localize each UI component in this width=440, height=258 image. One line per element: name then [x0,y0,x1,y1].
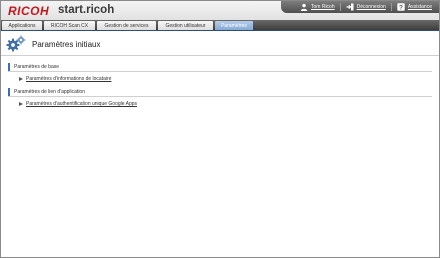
tenant-info-settings-link[interactable]: Paramètres d'informations de locataire [26,76,111,82]
page-header: Paramètres initiaux [6,35,100,53]
tab-gestion-de-services[interactable]: Gestion de services [97,21,156,30]
section-marker [8,62,10,71]
section-heading: Paramètres de base [14,63,60,70]
title-divider [1,55,439,56]
help-label[interactable]: Assistance [408,4,432,10]
gears-icon [6,35,26,52]
tab-parametres[interactable]: Paramètres [215,21,253,30]
logout-label[interactable]: Déconnexion [357,4,386,10]
help-icon: ? [397,3,405,11]
product-name: start.ricoh [58,4,115,16]
nav-underline [1,30,439,31]
logout-icon [346,3,354,11]
section-marker [8,87,10,96]
user-toolbar: Tom Ricoh Déconnexion ? Assistance [281,1,439,13]
logout-link[interactable]: Déconnexion [346,3,386,11]
section-app-link-settings: Paramètres de lien d'application [8,87,432,97]
section-heading: Paramètres de lien d'application [14,88,85,95]
ricoh-logo[interactable]: RICOH [8,4,49,18]
triangle-right-icon [19,77,23,81]
userbar-divider [390,3,392,11]
user-icon [300,3,308,11]
tab-ricoh-scan-cx[interactable]: RICOH Scan CX [44,21,95,30]
main-nav: Applications RICOH Scan CX Gestion de se… [1,20,439,30]
section-basic-settings: Paramètres de base [8,62,432,72]
app-window: RICOH start.ricoh Tom Ricoh Déconnexion [0,0,440,258]
header: RICOH start.ricoh Tom Ricoh Déconnexion [1,1,439,20]
user-account-link[interactable]: Tom Ricoh [300,3,335,11]
page-title: Paramètres initiaux [32,39,101,49]
tab-gestion-utilisateur[interactable]: Gestion utilisateur [158,21,213,30]
link-row-tenant-info[interactable]: Paramètres d'informations de locataire [19,75,111,83]
user-name[interactable]: Tom Ricoh [311,4,335,10]
triangle-right-icon [19,102,23,106]
help-link[interactable]: ? Assistance [397,3,432,11]
userbar-divider [339,3,341,11]
svg-text:?: ? [399,5,403,12]
tab-applications[interactable]: Applications [2,21,42,30]
google-apps-sso-settings-link[interactable]: Paramètres d'authentification unique Goo… [26,101,137,107]
link-row-google-sso[interactable]: Paramètres d'authentification unique Goo… [19,100,137,108]
